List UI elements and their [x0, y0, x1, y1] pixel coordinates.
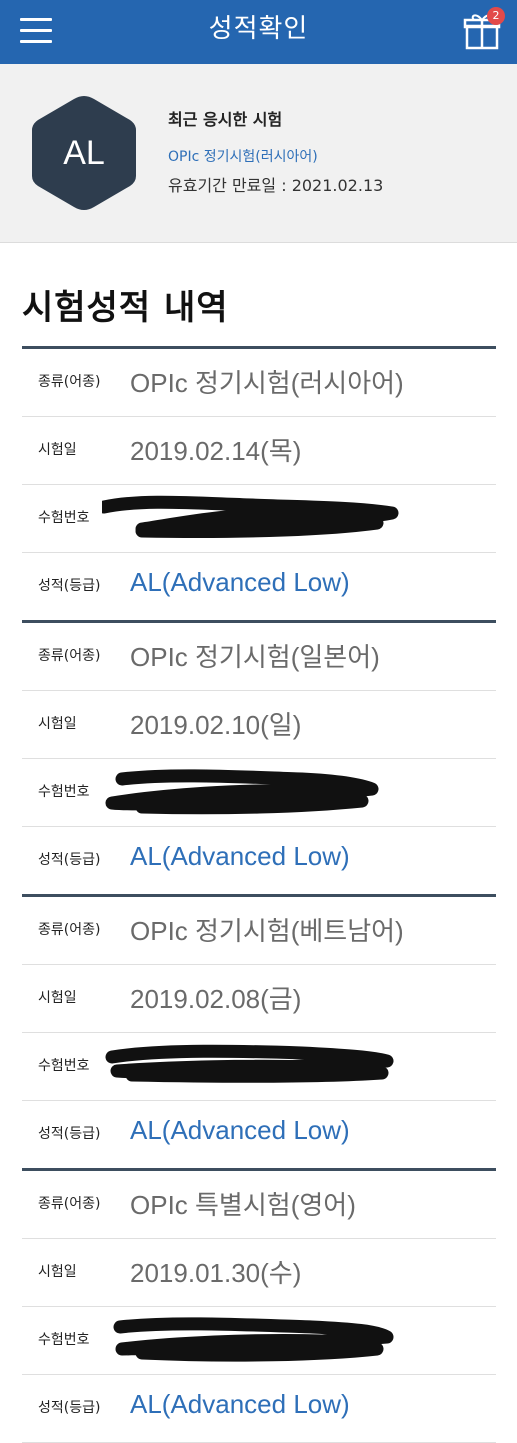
type-value: OPIc 정기시험(베트남어) — [130, 916, 404, 946]
number-label: 수험번호 — [38, 1058, 90, 1074]
grade-value: AL(Advanced Low) — [130, 567, 350, 597]
record-row-type: 종류(어종) OPIc 정기시험(일본어) — [22, 623, 496, 691]
redaction-scribble — [105, 769, 379, 815]
grade-value: AL(Advanced Low) — [130, 1389, 350, 1419]
record-row-grade: 성적(등급) AL(Advanced Low) — [22, 1101, 496, 1168]
date-label: 시험일 — [38, 990, 77, 1006]
type-label: 종류(어종) — [38, 1196, 101, 1212]
record-row-number: 수험번호 — [22, 1033, 496, 1101]
exam-records-list: 종류(어종) OPIc 정기시험(러시아어) 시험일 2019.02.14(목)… — [22, 346, 496, 1443]
number-label: 수험번호 — [38, 1332, 90, 1348]
record-row-type: 종류(어종) OPIc 정기시험(베트남어) — [22, 897, 496, 965]
record-row-date: 시험일 2019.02.10(일) — [22, 691, 496, 759]
record-row-date: 시험일 2019.02.14(목) — [22, 417, 496, 485]
exam-record: 종류(어종) OPIc 특별시험(영어) 시험일 2019.01.30(수) 수… — [22, 1168, 496, 1442]
expiry-date: 유효기간 만료일 : 2021.02.13 — [168, 176, 384, 195]
redaction-scribble — [113, 1317, 394, 1362]
redaction-scribble — [102, 495, 399, 539]
grade-value: AL(Advanced Low) — [130, 1115, 350, 1145]
record-row-grade: 성적(등급) AL(Advanced Low) — [22, 1375, 496, 1442]
date-label: 시험일 — [38, 442, 77, 458]
date-value: 2019.02.08(금) — [130, 984, 302, 1014]
type-label: 종류(어종) — [38, 374, 101, 390]
type-value: OPIc 정기시험(러시아어) — [130, 368, 404, 398]
type-value: OPIc 정기시험(일본어) — [130, 642, 380, 672]
date-value: 2019.01.30(수) — [130, 1258, 302, 1288]
grade-label: 성적(등급) — [38, 578, 101, 594]
record-row-type: 종류(어종) OPIc 특별시험(영어) — [22, 1171, 496, 1239]
grade-value: AL(Advanced Low) — [130, 841, 350, 871]
record-row-number: 수험번호 — [22, 485, 496, 553]
record-row-date: 시험일 2019.01.30(수) — [22, 1239, 496, 1307]
date-label: 시험일 — [38, 716, 77, 732]
redaction-scribble — [105, 1044, 394, 1083]
date-label: 시험일 — [38, 1264, 77, 1280]
type-label: 종류(어종) — [38, 922, 101, 938]
number-label: 수험번호 — [38, 784, 90, 800]
exam-record: 종류(어종) OPIc 정기시험(일본어) 시험일 2019.02.10(일) … — [22, 620, 496, 894]
date-value: 2019.02.10(일) — [130, 710, 302, 740]
record-row-number: 수험번호 — [22, 759, 496, 827]
record-row-grade: 성적(등급) AL(Advanced Low) — [22, 827, 496, 894]
date-value: 2019.02.14(목) — [130, 436, 302, 466]
exam-record: 종류(어종) OPIc 정기시험(러시아어) 시험일 2019.02.14(목)… — [22, 346, 496, 620]
recent-exam-link[interactable]: OPIc 정기시험(러시아어) — [168, 146, 318, 166]
recent-exam-panel: AL 최근 응시한 시험 OPIc 정기시험(러시아어) 유효기간 만료일 : … — [0, 64, 517, 243]
record-row-number: 수험번호 — [22, 1307, 496, 1375]
page-title: 성적확인 — [208, 14, 309, 44]
notification-badge: 2 — [487, 7, 505, 25]
record-row-type: 종류(어종) OPIc 정기시험(러시아어) — [22, 349, 496, 417]
app-header: 성적확인 2 — [0, 0, 517, 64]
number-label: 수험번호 — [38, 510, 90, 526]
grade-label: 성적(등급) — [38, 852, 101, 868]
grade-label: 성적(등급) — [38, 1400, 101, 1416]
grade-badge-text: AL — [63, 134, 105, 172]
exam-record: 종류(어종) OPIc 정기시험(베트남어) 시험일 2019.02.08(금)… — [22, 894, 496, 1168]
type-value: OPIc 특별시험(영어) — [130, 1190, 356, 1220]
type-label: 종류(어종) — [38, 648, 101, 664]
record-row-date: 시험일 2019.02.08(금) — [22, 965, 496, 1033]
grade-label: 성적(등급) — [38, 1126, 101, 1142]
section-title: 시험성적 내역 — [22, 288, 229, 328]
recent-exam-heading: 최근 응시한 시험 — [168, 110, 283, 129]
grade-hexagon-badge: AL — [28, 92, 140, 214]
record-row-grade: 성적(등급) AL(Advanced Low) — [22, 553, 496, 620]
